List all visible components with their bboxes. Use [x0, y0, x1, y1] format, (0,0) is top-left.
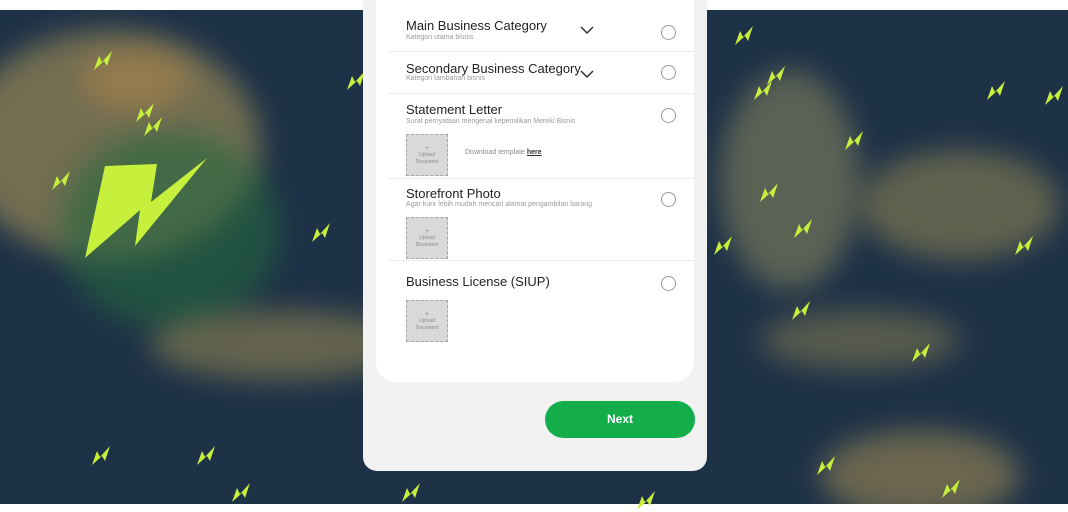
- signup-phone-frame: Main Business Category Kategori utama bi…: [363, 0, 707, 471]
- lightning-bolt-icon: [142, 116, 168, 138]
- row-business-license: Business License (SIUP) + Upload Documen…: [406, 274, 676, 344]
- large-lightning-bolt-icon: [85, 158, 207, 268]
- main-category-subtitle: Kategori utama bisnis: [406, 34, 474, 41]
- chevron-down-icon[interactable]: [580, 25, 594, 35]
- statement-letter-title: Statement Letter: [406, 102, 503, 117]
- row-secondary-business-category[interactable]: Secondary Business Category Kategori tam…: [406, 61, 676, 89]
- secondary-category-title: Secondary Business Category: [406, 61, 581, 76]
- divider: [389, 178, 694, 179]
- lightning-bolt-icon: [910, 342, 936, 364]
- lightning-bolt-icon: [90, 445, 116, 467]
- lightning-bolt-icon: [940, 478, 966, 500]
- download-template-label: Download template: [465, 149, 525, 156]
- upload-document-button[interactable]: + Upload Document: [406, 134, 448, 176]
- lightning-bolt-icon: [792, 218, 818, 240]
- upload-label: Upload: [419, 235, 435, 241]
- lightning-bolt-icon: [1043, 85, 1068, 107]
- statement-letter-subtitle: Surat pernyataan mengenai kepemilikan Me…: [406, 118, 576, 125]
- chevron-down-icon[interactable]: [580, 69, 594, 79]
- radio-circle-icon[interactable]: [661, 192, 676, 207]
- divider: [389, 260, 694, 261]
- land-australia: [820, 430, 1020, 504]
- lightning-bolt-icon: [1013, 235, 1039, 257]
- document-label: Document: [415, 159, 439, 165]
- lightning-bolt-icon: [92, 50, 118, 72]
- row-main-business-category[interactable]: Main Business Category Kategori utama bi…: [406, 18, 676, 46]
- lightning-bolt-icon: [50, 170, 76, 192]
- lightning-bolt-icon: [400, 482, 426, 504]
- divider: [389, 51, 694, 52]
- lightning-bolt-icon: [733, 25, 759, 47]
- row-storefront-photo: Storefront Photo Agar kurir lebih mudah …: [406, 186, 676, 259]
- radio-circle-icon[interactable]: [661, 25, 676, 40]
- document-label: Document: [415, 242, 439, 248]
- divider: [389, 93, 694, 94]
- storefront-photo-subtitle: Agar kurir lebih mudah mencari alamat pe…: [406, 201, 592, 208]
- plus-icon: +: [424, 311, 430, 318]
- lightning-bolt-icon: [195, 445, 221, 467]
- document-label: Document: [415, 325, 439, 331]
- lightning-bolt-icon: [635, 490, 661, 512]
- lightning-bolt-icon: [310, 222, 336, 244]
- download-template-link[interactable]: here: [527, 149, 542, 156]
- row-statement-letter: Statement Letter Surat pernyataan mengen…: [406, 102, 676, 176]
- lightning-bolt-icon: [843, 130, 869, 152]
- upload-document-button[interactable]: + Upload Document: [406, 217, 448, 259]
- upload-document-button[interactable]: + Upload Document: [406, 300, 448, 342]
- lightning-bolt-icon: [230, 482, 256, 504]
- plus-icon: +: [424, 145, 430, 152]
- radio-circle-icon[interactable]: [661, 108, 676, 123]
- document-form-card: Main Business Category Kategori utama bi…: [376, 0, 694, 382]
- lightning-bolt-icon: [752, 80, 778, 102]
- upload-label: Upload: [419, 152, 435, 158]
- storefront-photo-title: Storefront Photo: [406, 186, 501, 201]
- radio-circle-icon[interactable]: [661, 276, 676, 291]
- lightning-bolt-icon: [712, 235, 738, 257]
- upload-label: Upload: [419, 318, 435, 324]
- plus-icon: +: [424, 228, 430, 235]
- next-button[interactable]: Next: [545, 401, 695, 438]
- main-category-title: Main Business Category: [406, 18, 547, 33]
- download-template-text: Download template here: [465, 149, 542, 156]
- lightning-bolt-icon: [790, 300, 816, 322]
- secondary-category-subtitle: Kategori tambahan bisnis: [406, 75, 485, 82]
- business-license-title: Business License (SIUP): [406, 274, 550, 289]
- land-sulawesi: [720, 70, 860, 290]
- lightning-bolt-icon: [815, 455, 841, 477]
- lightning-bolt-icon: [758, 182, 784, 204]
- radio-circle-icon[interactable]: [661, 65, 676, 80]
- lightning-bolt-icon: [985, 80, 1011, 102]
